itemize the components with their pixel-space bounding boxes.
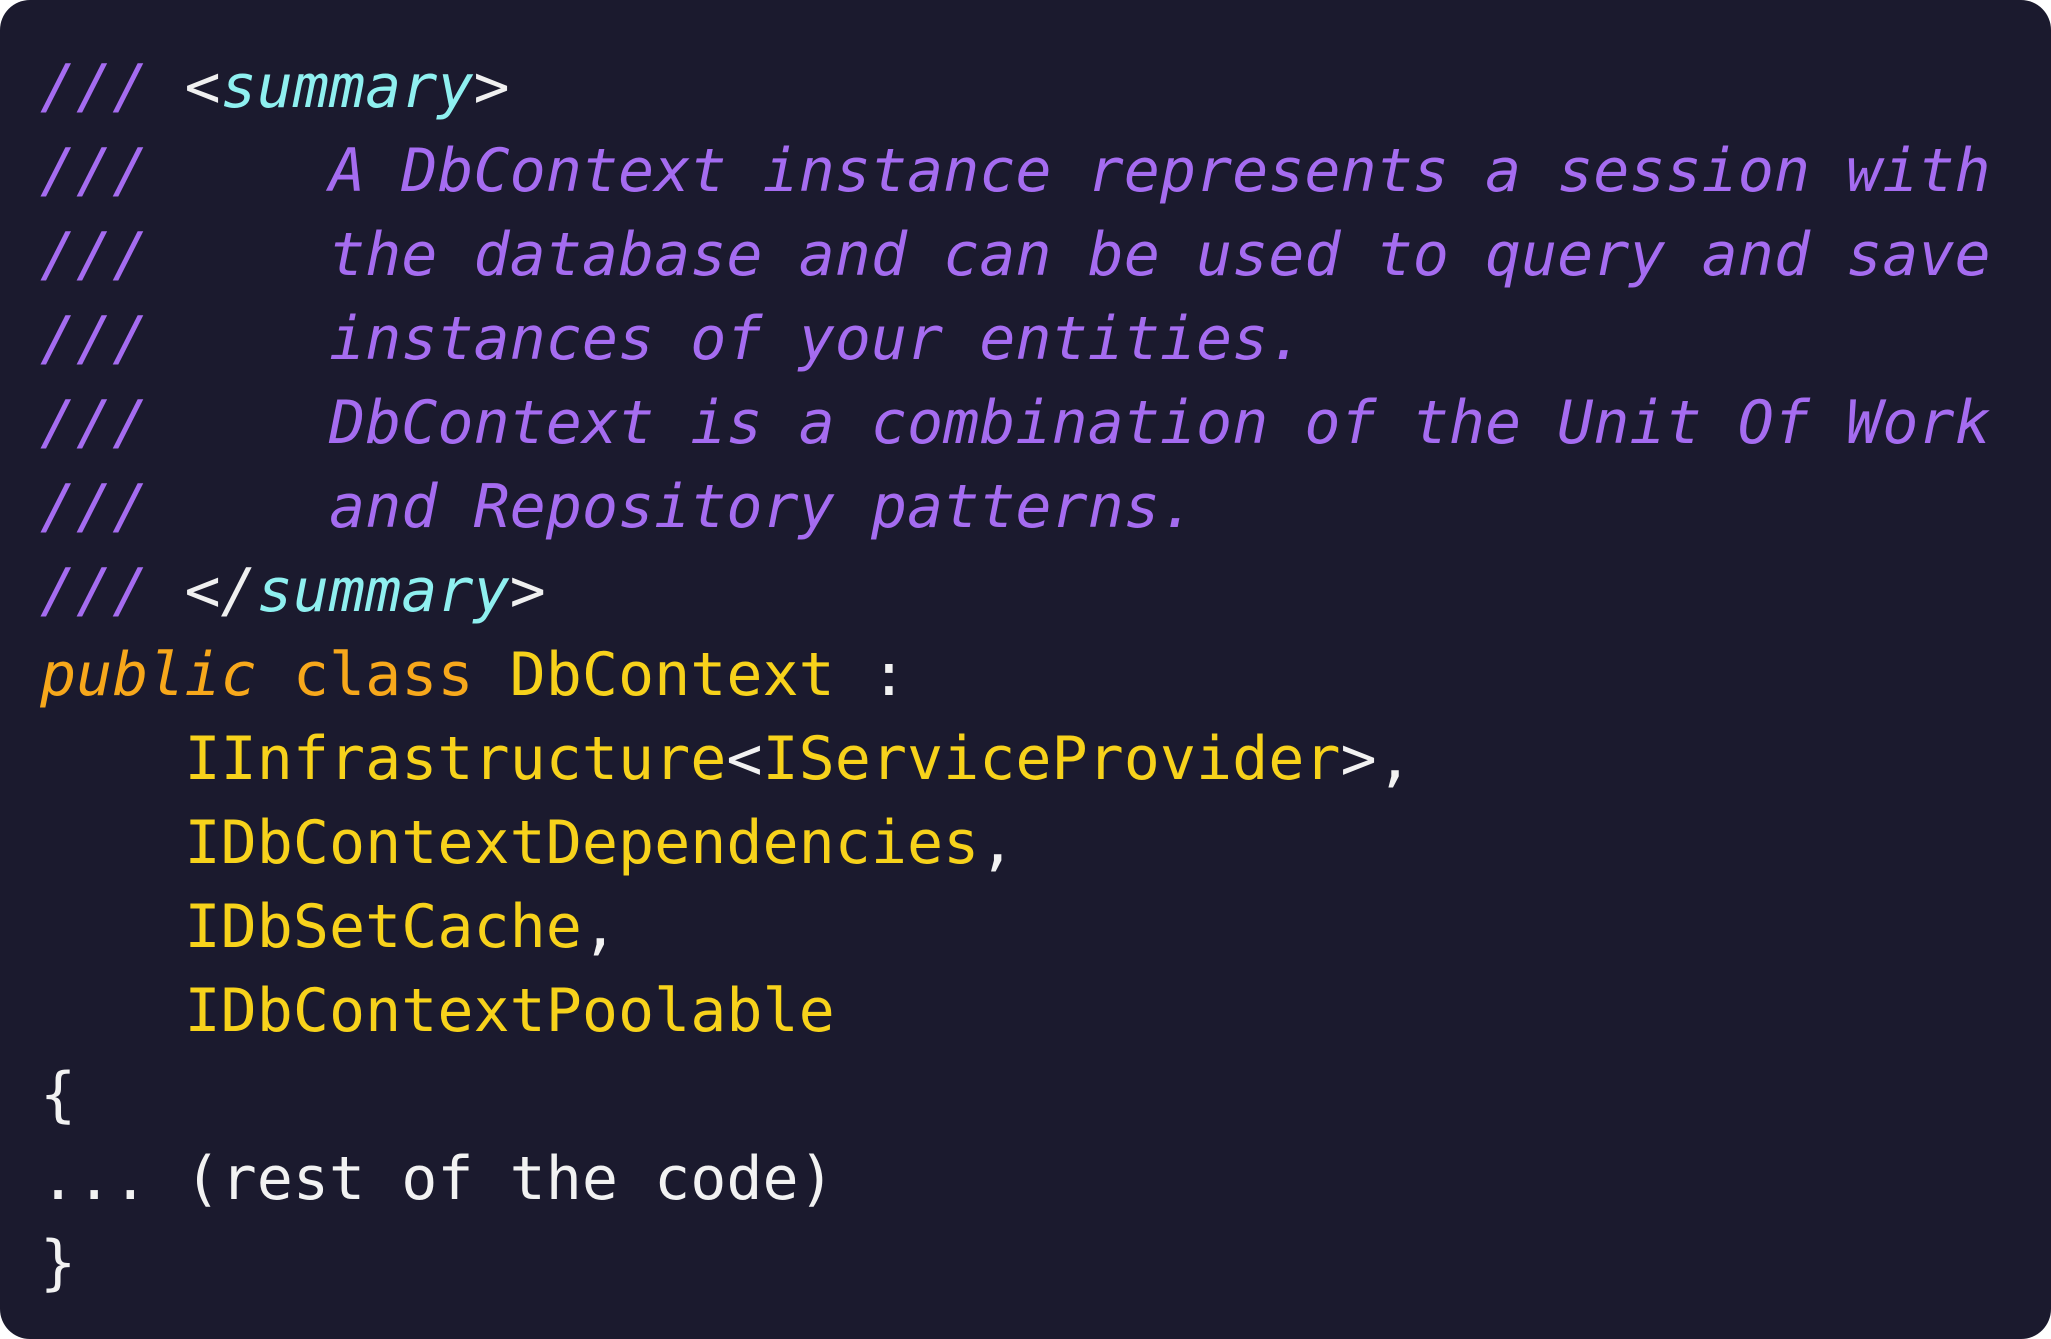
comma: ,: [1376, 724, 1413, 794]
interface-name: IDbSetCache: [184, 892, 582, 962]
doc-comment-prefix: ///: [40, 136, 149, 206]
code-placeholder: ... (rest of the code): [40, 1144, 835, 1214]
interface-name: IDbContextDependencies: [184, 808, 980, 878]
generic-close-bracket: >: [1340, 724, 1377, 794]
code-line: IDbContextDependencies,: [40, 801, 1991, 885]
inheritance-colon: :: [870, 640, 907, 710]
xml-tag-open-bracket: </: [184, 556, 257, 626]
xml-tag-close-bracket: >: [473, 52, 510, 122]
code-line: IDbContextPoolable: [40, 969, 1991, 1053]
doc-comment-prefix: ///: [40, 52, 149, 122]
code-block: /// <summary>/// A DbContext instance re…: [0, 0, 2051, 1339]
code-line: /// the database and can be used to quer…: [40, 213, 1991, 297]
code-line: ... (rest of the code): [40, 1137, 1991, 1221]
generic-open-bracket: <: [726, 724, 763, 794]
class-name: DbContext: [509, 640, 835, 710]
code-line: /// instances of your entities.: [40, 297, 1991, 381]
doc-comment-text: instances of your entities.: [329, 304, 1305, 374]
access-modifier: public: [40, 640, 257, 710]
generic-type-argument: IServiceProvider: [762, 724, 1341, 794]
code-line: /// <summary>: [40, 45, 1991, 129]
doc-comment-prefix: ///: [40, 556, 149, 626]
doc-comment-text: DbContext is a combination of the Unit O…: [329, 388, 1991, 458]
interface-name: IDbContextPoolable: [184, 976, 835, 1046]
doc-comment-prefix: ///: [40, 304, 149, 374]
code-line: IDbSetCache,: [40, 885, 1991, 969]
comma: ,: [581, 892, 618, 962]
doc-comment-text: the database and can be used to query an…: [329, 220, 1991, 290]
code-line: {: [40, 1053, 1991, 1137]
code-line: IInfrastructure<IServiceProvider>,: [40, 717, 1991, 801]
doc-comment-text: and Repository patterns.: [329, 472, 1196, 542]
code-line: public class DbContext :: [40, 633, 1991, 717]
open-brace: {: [40, 1060, 77, 1130]
interface-name: IInfrastructure: [184, 724, 727, 794]
code-line: }: [40, 1221, 1991, 1305]
doc-comment-text: A DbContext instance represents a sessio…: [329, 136, 1991, 206]
code-line: /// A DbContext instance represents a se…: [40, 129, 1991, 213]
code-content: /// <summary>/// A DbContext instance re…: [40, 45, 1991, 1305]
code-line: /// and Repository patterns.: [40, 465, 1991, 549]
close-brace: }: [40, 1228, 77, 1298]
doc-comment-prefix: ///: [40, 220, 149, 290]
comma: ,: [979, 808, 1016, 878]
xml-tag-name: summary: [256, 556, 510, 626]
doc-comment-prefix: ///: [40, 388, 149, 458]
xml-tag-open-bracket: <: [184, 52, 221, 122]
xml-tag-close-bracket: >: [509, 556, 546, 626]
doc-comment-prefix: ///: [40, 472, 149, 542]
code-line: /// </summary>: [40, 549, 1991, 633]
class-keyword: class: [292, 640, 474, 710]
xml-tag-name: summary: [220, 52, 474, 122]
code-line: /// DbContext is a combination of the Un…: [40, 381, 1991, 465]
